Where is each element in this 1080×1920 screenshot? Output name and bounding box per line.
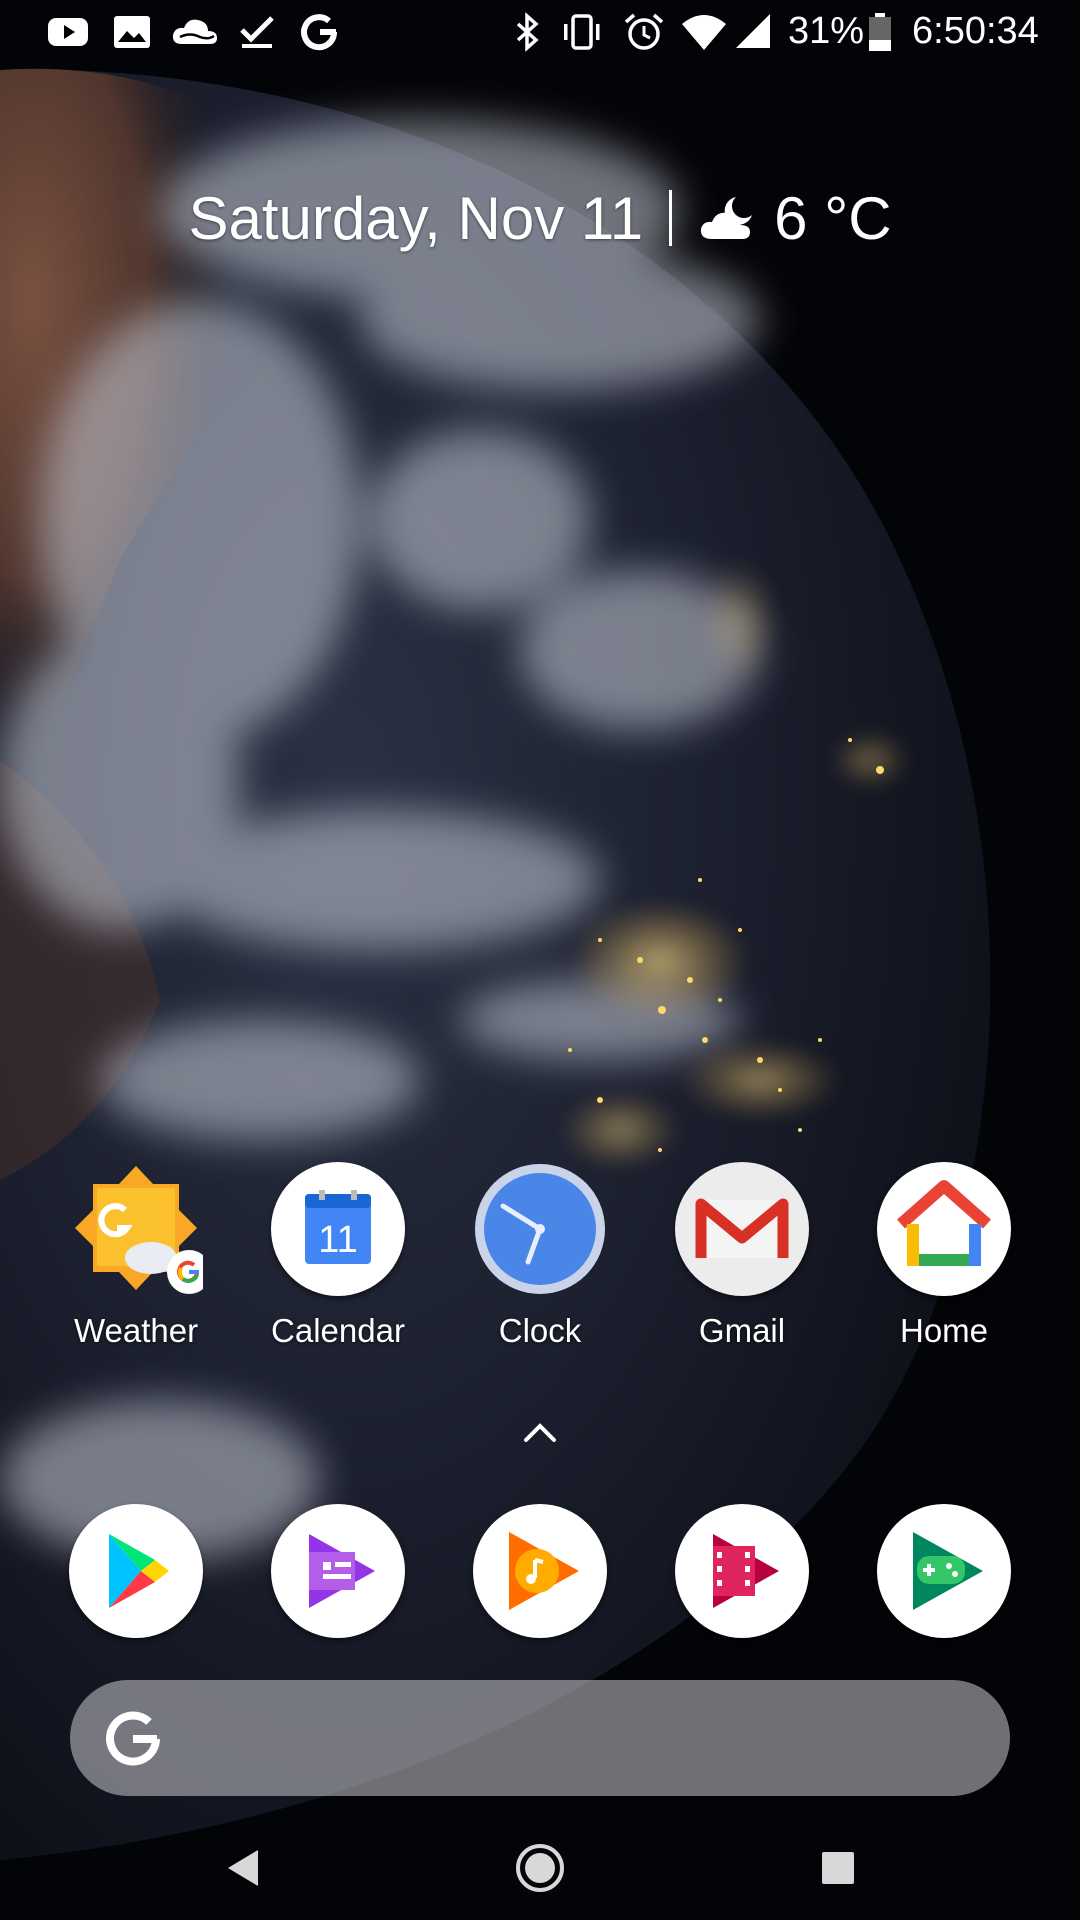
app-gmail[interactable]: Gmail [662,1162,822,1350]
divider [669,190,673,246]
google-icon [301,14,338,51]
app-label: Calendar [271,1312,405,1349]
play-music-icon[interactable] [473,1504,607,1638]
navigation-bar [0,1808,1080,1920]
calendar-day-text: 11 [318,1219,357,1261]
dock-app-play-movies[interactable] [662,1504,822,1638]
app-clock[interactable]: Clock [460,1162,620,1350]
home-screen: 31% 6:50:34 Saturday, Nov 11 6 °C Weathe… [0,0,1080,1920]
app-label: Clock [498,1312,582,1349]
alarm-icon [624,13,664,50]
battery-icon [869,13,891,51]
bluetooth-icon [516,12,539,52]
wifi-icon [682,15,726,50]
google-search-bar[interactable] [70,1680,1010,1796]
google-home-icon[interactable] [877,1162,1011,1296]
youtube-icon [48,18,88,46]
status-time: 6:50:34 [912,10,1039,52]
cell-signal-icon [736,14,770,48]
chevron-up-icon[interactable] [522,1418,558,1446]
tasks-check-icon [240,16,274,48]
app-calendar[interactable]: 11 Calendar [258,1162,418,1350]
app-weather[interactable]: Weather [56,1162,216,1350]
app-label: Gmail [698,1312,786,1349]
google-g-icon[interactable] [102,1708,164,1770]
play-games-icon[interactable] [877,1504,1011,1638]
status-bar: 31% 6:50:34 [0,0,1080,64]
dock-app-play-music[interactable] [460,1504,620,1638]
date-text[interactable]: Saturday, Nov 11 [188,184,643,253]
battery-percentage: 31% [788,10,865,52]
dock-app-play-games[interactable] [864,1504,1024,1638]
dock-app-play-store[interactable] [56,1504,216,1638]
recents-icon[interactable] [808,1838,868,1898]
at-a-glance-widget[interactable]: Saturday, Nov 11 6 °C [0,178,1080,258]
cloud-icon [172,19,217,44]
play-newsstand-icon[interactable] [271,1504,405,1638]
play-movies-icon[interactable] [675,1504,809,1638]
temperature-text[interactable]: 6 °C [774,184,891,253]
vibrate-icon [564,14,600,50]
gmail-icon[interactable] [675,1162,809,1296]
calendar-icon[interactable]: 11 [271,1162,405,1296]
app-label: Weather [73,1312,199,1349]
app-label: Home [899,1312,989,1349]
dock-app-play-newsstand[interactable] [258,1504,418,1638]
home-icon[interactable] [510,1838,570,1898]
clock-icon[interactable] [473,1162,607,1296]
play-store-icon[interactable] [69,1504,203,1638]
back-icon[interactable] [212,1838,272,1898]
weather-icon[interactable] [69,1162,203,1296]
photos-icon [114,16,150,48]
partly-cloudy-night-icon[interactable] [698,193,760,243]
app-home[interactable]: Home [864,1162,1024,1350]
